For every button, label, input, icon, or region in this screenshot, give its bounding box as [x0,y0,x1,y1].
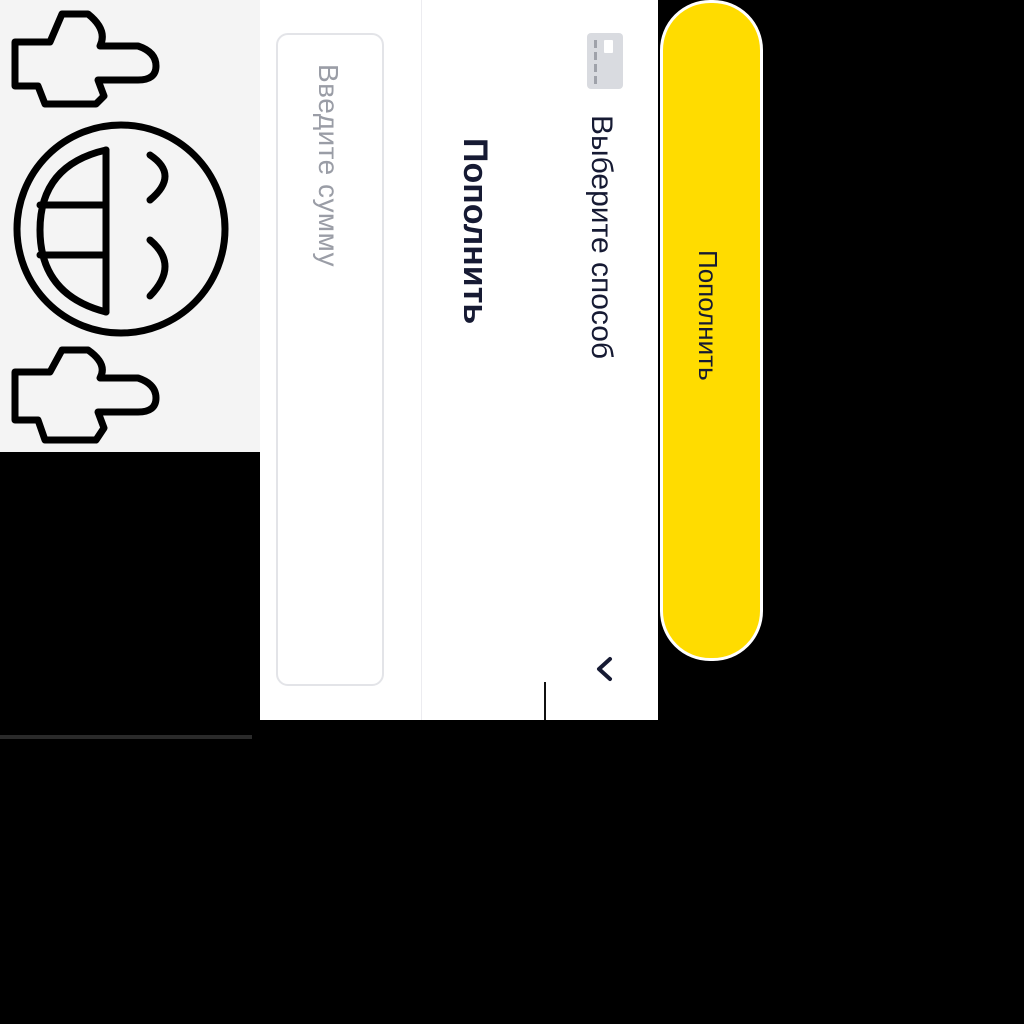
divider [421,0,422,720]
text-cursor [544,682,546,720]
emoji-panel [0,0,260,452]
chevron-down-icon[interactable] [592,655,616,683]
grinning-face-pointing-hands-icon [11,10,229,444]
divider [0,735,252,739]
amount-input-placeholder: Введите сумму [313,64,344,268]
topup-button-label: Пополнить [693,250,723,381]
card-icon [586,32,624,90]
page-title: Пополнить [456,138,494,325]
payment-method-selector[interactable]: Выберите способ [584,115,618,359]
